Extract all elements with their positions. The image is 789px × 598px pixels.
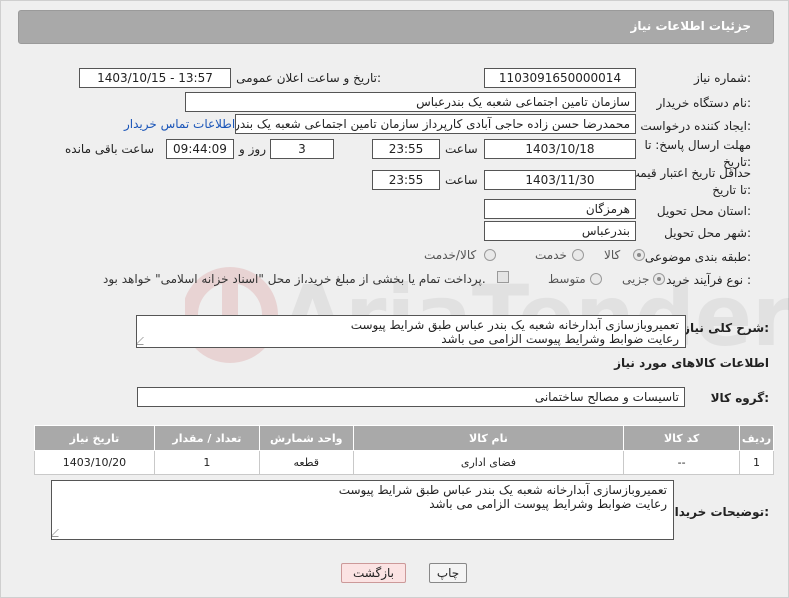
resize-handle-icon[interactable] [52, 529, 66, 537]
deadline-time-label: ساعت [445, 142, 478, 156]
back-button[interactable]: بازگشت [341, 563, 406, 583]
remaining-time-label: ساعت باقی مانده [65, 142, 155, 156]
need-number-label: شماره نیاز: [693, 71, 751, 85]
process-option-medium: متوسط [548, 272, 586, 286]
category-radio-goods-service[interactable] [484, 249, 496, 261]
price-validity-label: حداقل تاریخ اعتبار قیمت: تا تاریخ: [624, 166, 751, 197]
process-radio-minor[interactable] [653, 273, 665, 285]
need-number-field: 1103091650000014 [484, 68, 636, 88]
city-label: شهر محل تحویل: [664, 226, 751, 240]
cell-unit: قطعه [258, 450, 354, 475]
cell-quantity: 1 [153, 450, 260, 475]
process-radio-medium[interactable] [590, 273, 602, 285]
col-need-date: تاریخ نیاز [34, 425, 155, 451]
deadline-date-field: 1403/10/18 [484, 139, 636, 159]
col-goods-name: نام کالا [352, 425, 625, 451]
buyer-notes-label: توضیحات خریدار: [667, 505, 769, 519]
goods-group-label: گروه کالا: [710, 391, 769, 405]
cell-row-number: 1 [739, 450, 774, 475]
treasury-payment-note: پرداخت تمام یا بخشی از مبلغ خرید،از محل … [103, 272, 486, 286]
province-label: استان محل تحویل: [656, 204, 751, 218]
price-validity-time-field: 23:55 [372, 170, 440, 190]
description-line-1: تعمیروبازسازی آبدارخانه شعبه یک بندر عبا… [350, 318, 679, 332]
goods-group-field: تاسیسات و مصالح ساختمانی [137, 387, 685, 407]
col-unit: واحد شمارش [258, 425, 354, 451]
price-validity-time-label: ساعت [445, 173, 478, 187]
col-quantity: تعداد / مقدار [153, 425, 260, 451]
buyer-org-label: نام دستگاه خریدار: [656, 96, 752, 110]
buyer-notes-textarea[interactable]: تعمیروبازسازی آبدارخانه شعبه یک بندر عبا… [51, 480, 674, 540]
price-validity-date-field: 1403/11/30 [484, 170, 636, 190]
process-type-label: نوع فرآیند خرید : [666, 273, 751, 287]
province-field: هرمزگان [484, 199, 636, 219]
goods-section-title: اطلاعات کالاهای مورد نیاز [614, 356, 769, 370]
treasury-payment-checkbox[interactable] [497, 271, 509, 283]
col-row-number: ردیف [739, 425, 774, 451]
goods-table-header: ردیف کد کالا نام کالا واحد شمارش تعداد /… [34, 425, 774, 451]
creator-label: ایجاد کننده درخواست: [640, 119, 751, 133]
process-option-minor: جزیی [622, 272, 650, 286]
announce-field: 1403/10/15 - 13:57 [79, 68, 231, 88]
buyer-notes-line-2: رعایت ضوابط وشرایط پیوست الزامی می باشد [429, 497, 667, 511]
category-option-goods: کالا [604, 248, 621, 262]
description-line-2: رعایت ضوابط وشرایط پیوست الزامی می باشد [441, 332, 679, 346]
buyer-contact-link[interactable]: اطلاعات تماس خریدار [124, 117, 235, 131]
category-radio-service[interactable] [572, 249, 584, 261]
buyer-notes-line-1: تعمیروبازسازی آبدارخانه شعبه یک بندر عبا… [338, 483, 667, 497]
description-label: شرح کلی نیاز: [683, 321, 769, 335]
announce-label: تاریخ و ساعت اعلان عمومی: [236, 71, 381, 85]
page-title: جزئیات اطلاعات نیاز [630, 19, 751, 33]
table-row: 1 -- فضای اداری قطعه 1 1403/10/20 [34, 450, 774, 475]
cell-goods-name: فضای اداری [352, 450, 625, 475]
category-option-service: خدمت [535, 248, 567, 262]
deadline-time-field: 23:55 [372, 139, 440, 159]
category-radio-goods[interactable] [633, 249, 645, 261]
description-textarea[interactable]: تعمیروبازسازی آبدارخانه شعبه یک بندر عبا… [136, 315, 686, 348]
goods-table: ردیف کد کالا نام کالا واحد شمارش تعداد /… [34, 425, 774, 475]
remaining-time-field: 09:44:09 [166, 139, 234, 159]
days-label: روز و [239, 142, 266, 156]
page-header: جزئیات اطلاعات نیاز [18, 10, 774, 44]
creator-field: محمدرضا حسن زاده حاجی آبادی کارپرداز ساز… [235, 114, 636, 134]
cell-goods-code: -- [623, 450, 741, 475]
col-goods-code: کد کالا [623, 425, 741, 451]
category-label: طبقه بندی موضوعی: [644, 250, 751, 264]
cell-need-date: 1403/10/20 [34, 450, 155, 475]
print-button[interactable]: چاپ [429, 563, 467, 583]
category-option-goods-service: کالا/خدمت [424, 248, 477, 262]
buyer-org-field: سازمان تامین اجتماعی شعبه یک بندرعباس [185, 92, 636, 112]
city-field: بندرعباس [484, 221, 636, 241]
days-remaining-field: 3 [270, 139, 334, 159]
